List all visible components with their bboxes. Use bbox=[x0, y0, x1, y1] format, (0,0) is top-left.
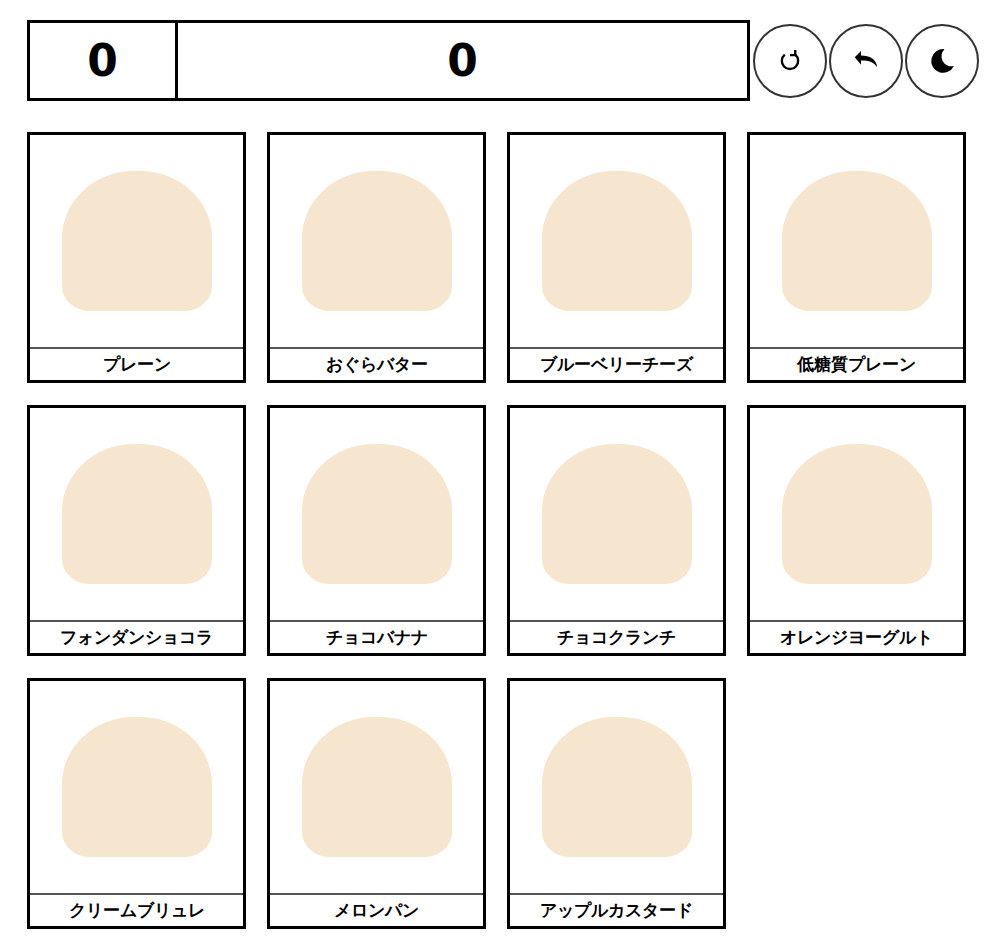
item-label: メロンパン bbox=[270, 895, 483, 926]
moon-icon bbox=[927, 46, 957, 76]
item-card[interactable]: プレーン bbox=[27, 132, 246, 383]
item-photo bbox=[750, 408, 963, 622]
top-bar: 0 0 bbox=[27, 20, 988, 101]
item-label: おぐらバター bbox=[270, 349, 483, 380]
item-photo bbox=[750, 135, 963, 349]
item-label: チョコバナナ bbox=[270, 622, 483, 653]
item-card[interactable]: フォンダンショコラ bbox=[27, 405, 246, 656]
item-card[interactable]: アップルカスタード bbox=[507, 678, 726, 929]
item-photo bbox=[510, 681, 723, 895]
item-card[interactable]: クリームブリュレ bbox=[27, 678, 246, 929]
item-label: アップルカスタード bbox=[510, 895, 723, 926]
item-photo bbox=[270, 408, 483, 622]
item-photo bbox=[30, 135, 243, 349]
undo-button[interactable] bbox=[829, 24, 903, 98]
item-card[interactable]: ブルーベリーチーズ bbox=[507, 132, 726, 383]
item-label: クリームブリュレ bbox=[30, 895, 243, 926]
item-photo bbox=[270, 681, 483, 895]
item-card[interactable]: 低糖質プレーン bbox=[747, 132, 966, 383]
item-card[interactable]: チョコバナナ bbox=[267, 405, 486, 656]
item-label: 低糖質プレーン bbox=[750, 349, 963, 380]
theme-button[interactable] bbox=[905, 24, 979, 98]
item-label: プレーン bbox=[30, 349, 243, 380]
item-photo bbox=[510, 408, 723, 622]
reset-icon bbox=[776, 47, 804, 75]
item-photo bbox=[30, 408, 243, 622]
item-photo bbox=[30, 681, 243, 895]
page: 0 0 プレーン おぐらバター ブルーベリーチーズ 低糖質プレーン フォンダンシ… bbox=[0, 0, 988, 929]
score-board: 0 0 bbox=[27, 20, 750, 101]
undo-icon bbox=[851, 46, 881, 76]
item-label: チョコクランチ bbox=[510, 622, 723, 653]
item-card[interactable]: おぐらバター bbox=[267, 132, 486, 383]
item-photo bbox=[270, 135, 483, 349]
reset-button[interactable] bbox=[753, 24, 827, 98]
total-count: 0 bbox=[178, 23, 747, 98]
item-grid: プレーン おぐらバター ブルーベリーチーズ 低糖質プレーン フォンダンショコラ … bbox=[27, 132, 988, 929]
item-card[interactable]: チョコクランチ bbox=[507, 405, 726, 656]
item-label: ブルーベリーチーズ bbox=[510, 349, 723, 380]
item-card[interactable]: オレンジヨーグルト bbox=[747, 405, 966, 656]
item-label: フォンダンショコラ bbox=[30, 622, 243, 653]
left-count: 0 bbox=[30, 23, 178, 98]
item-label: オレンジヨーグルト bbox=[750, 622, 963, 653]
item-card[interactable]: メロンパン bbox=[267, 678, 486, 929]
item-photo bbox=[510, 135, 723, 349]
